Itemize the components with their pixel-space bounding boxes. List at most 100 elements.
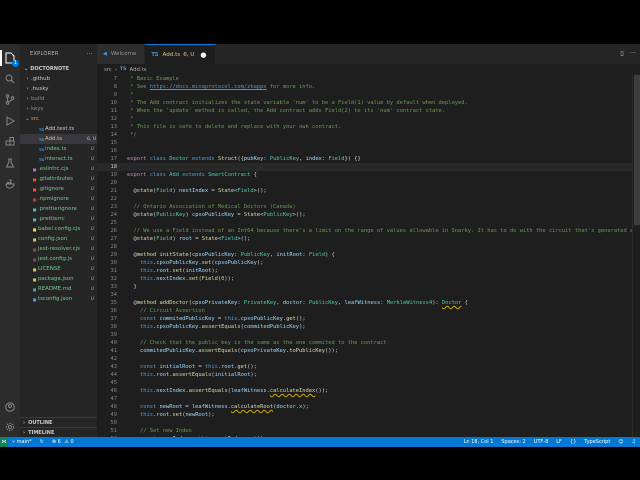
code-line[interactable]: 42 [97, 355, 640, 363]
tree-folder[interactable]: › keys [20, 104, 97, 114]
git-branch[interactable]: ⑂ main* [8, 439, 36, 445]
code-line[interactable]: 47 [97, 395, 640, 403]
tab-welcome[interactable]: ◀ Welcome [97, 44, 146, 64]
settings-gear-icon[interactable] [2, 419, 18, 435]
notifications-bell-icon[interactable]: ♫ [628, 439, 640, 445]
breadcrumb-file[interactable]: Add.ts [129, 67, 146, 73]
remote-indicator-icon[interactable]: ⋈ [0, 437, 8, 447]
code-line[interactable]: 48 const newRoot = leafWitness.calculate… [97, 403, 640, 411]
tree-file[interactable]: ■ .gitattributes U [20, 174, 97, 184]
more-actions-icon[interactable]: ··· [630, 49, 636, 57]
code-line[interactable]: 25 [97, 219, 640, 227]
tree-file[interactable]: ■ jest.config.js U [20, 254, 97, 264]
docker-icon[interactable] [2, 176, 18, 192]
code-line[interactable]: 30 this.cpsoPublicKey.set(cpsoPublicKey)… [97, 259, 640, 267]
code-line[interactable]: 29 @method initState(cpsoPublicKey: Publ… [97, 251, 640, 259]
encoding[interactable]: UTF-8 [530, 439, 553, 445]
tree-file[interactable]: ■ babel.config.cjs U [20, 224, 97, 234]
code-line[interactable]: 20 [97, 179, 640, 187]
code-line[interactable]: 28 [97, 243, 640, 251]
account-icon[interactable] [2, 399, 18, 415]
code-line[interactable]: 15 [97, 139, 640, 147]
code-line[interactable]: 49 this.root.set(newRoot); [97, 411, 640, 419]
testing-icon[interactable] [2, 155, 18, 171]
unsaved-dot-icon[interactable]: ● [200, 51, 206, 59]
tree-file[interactable]: ■ .npmignore U [20, 194, 97, 204]
problems-indicator[interactable]: ⊗ 6 ⚠ 0 [48, 439, 78, 445]
tree-file[interactable]: ■ jest-resolver.cjs U [20, 244, 97, 254]
code-line[interactable]: 43 const initialRoot = this.root.get(); [97, 363, 640, 371]
tree-file[interactable]: ■ config.json U [20, 234, 97, 244]
tree-file[interactable]: ■ .gitignore U [20, 184, 97, 194]
code-line[interactable]: 14 */ [97, 131, 640, 139]
code-line[interactable]: 34 [97, 291, 640, 299]
tree-file[interactable]: ■ .prettierrc U [20, 214, 97, 224]
timeline-section[interactable]: › TIMELINE [20, 427, 97, 437]
code-line[interactable]: 45 [97, 379, 640, 387]
tree-folder[interactable]: › .husky [20, 84, 97, 94]
cursor-position[interactable]: Ln 18, Col 1 [460, 439, 498, 445]
outline-section[interactable]: › OUTLINE [20, 417, 97, 427]
language-mode[interactable]: TypeScript [580, 439, 614, 445]
code-line[interactable]: 24 @state(PublicKey) cpsoPublicKey = Sta… [97, 211, 640, 219]
code-line[interactable]: 39 [97, 331, 640, 339]
tree-file[interactable]: TS Add.ts 6, U [20, 134, 97, 144]
code-line[interactable]: 27 @state(Field) root = State<Field>(); [97, 235, 640, 243]
code-line[interactable]: 40 // Check that the public key is the s… [97, 339, 640, 347]
split-editor-icon[interactable]: ▯ [620, 49, 624, 57]
code-line[interactable]: 51 // Set new Index [97, 427, 640, 435]
code-line[interactable]: 26 // We use a Field instead of an Int64… [97, 227, 640, 235]
code-line[interactable]: 19 export class Add extends SmartContract… [97, 171, 640, 179]
tree-file[interactable]: ■ .eslintrc.cjs U [20, 164, 97, 174]
code-line[interactable]: 12 * [97, 115, 640, 123]
code-line[interactable]: 37 const commitedPublicKey = this.cpsoPu… [97, 315, 640, 323]
code-line[interactable]: 13 * This file is safe to delete and rep… [97, 123, 640, 131]
run-debug-icon[interactable] [2, 113, 18, 129]
feedback-icon[interactable]: ☺ [614, 439, 627, 445]
extensions-icon[interactable] [2, 134, 18, 150]
breadcrumb-folder[interactable]: src [104, 67, 112, 73]
tree-file[interactable]: TS interact.ts U [20, 154, 97, 164]
code-line[interactable]: 8 * See https://docs.minaprotocol.com/zk… [97, 83, 640, 91]
tree-file[interactable]: ■ package.json U [20, 274, 97, 284]
code-line[interactable]: 9 * [97, 91, 640, 99]
code-line[interactable]: 11 * When the 'update' method is called,… [97, 107, 640, 115]
code-line[interactable]: 23 // Ontario Association of Medical Doc… [97, 203, 640, 211]
tree-folder[interactable]: ⌄ src [20, 114, 97, 124]
tab-add-ts[interactable]: TS Add.ts 6, U ● [145, 44, 216, 64]
tree-file[interactable]: ■ .prettierignore U [20, 204, 97, 214]
code-line[interactable]: 21 @state(Field) nextIndex = State<Field… [97, 187, 640, 195]
code-line[interactable]: 44 this.root.assertEquals(initialRoot); [97, 371, 640, 379]
sync-icon[interactable]: ↻ [36, 439, 48, 445]
code-line[interactable]: 35 @method addDoctor(cpsoPrivateKey: Pri… [97, 299, 640, 307]
tree-file[interactable]: ■ README.md U [20, 284, 97, 294]
code-line[interactable]: 50 [97, 419, 640, 427]
tree-file[interactable]: TS index.ts U [20, 144, 97, 154]
tree-folder[interactable]: › build [20, 94, 97, 104]
scrollbar-thumb[interactable] [634, 75, 640, 225]
code-line[interactable]: 16 [97, 147, 640, 155]
code-line[interactable]: 31 this.root.set(initRoot); [97, 267, 640, 275]
code-line[interactable]: 10 * The Add contract initializes the st… [97, 99, 640, 107]
end-of-line[interactable]: LF [552, 439, 566, 445]
code-editor[interactable]: 7 * Basic Example 8 * See https://docs.mi… [97, 75, 640, 437]
explorer-icon[interactable]: 1 [0, 50, 19, 67]
indentation[interactable]: Spaces: 2 [497, 439, 529, 445]
source-control-icon[interactable] [2, 92, 18, 108]
code-token[interactable]: https://docs.minaprotocol.com/zkapps [150, 84, 267, 90]
code-line[interactable]: 18 [97, 163, 640, 171]
tree-folder[interactable]: › .github [20, 74, 97, 84]
code-line[interactable]: 41 commitedPublicKey.assertEquals(cpsoPr… [97, 347, 640, 355]
workspace-root[interactable]: ⌄ DOCTORNOTE [20, 64, 97, 74]
code-line[interactable]: 36 // Circuit Assertion [97, 307, 640, 315]
code-line[interactable]: 7 * Basic Example [97, 75, 640, 83]
more-actions-icon[interactable]: ··· [86, 51, 93, 58]
code-line[interactable]: 32 this.nextIndex.set(Field(0)); [97, 275, 640, 283]
language-braces-icon[interactable]: {} [566, 439, 580, 445]
tree-file[interactable]: ■ tsconfig.json U [20, 294, 97, 304]
tree-file[interactable]: TS Add.test.ts [20, 124, 97, 134]
code-line[interactable]: 33 } [97, 283, 640, 291]
overview-ruler[interactable] [632, 75, 640, 437]
code-line[interactable]: 17 export class Doctor extends Struct({pu… [97, 155, 640, 163]
code-line[interactable]: 22 [97, 195, 640, 203]
